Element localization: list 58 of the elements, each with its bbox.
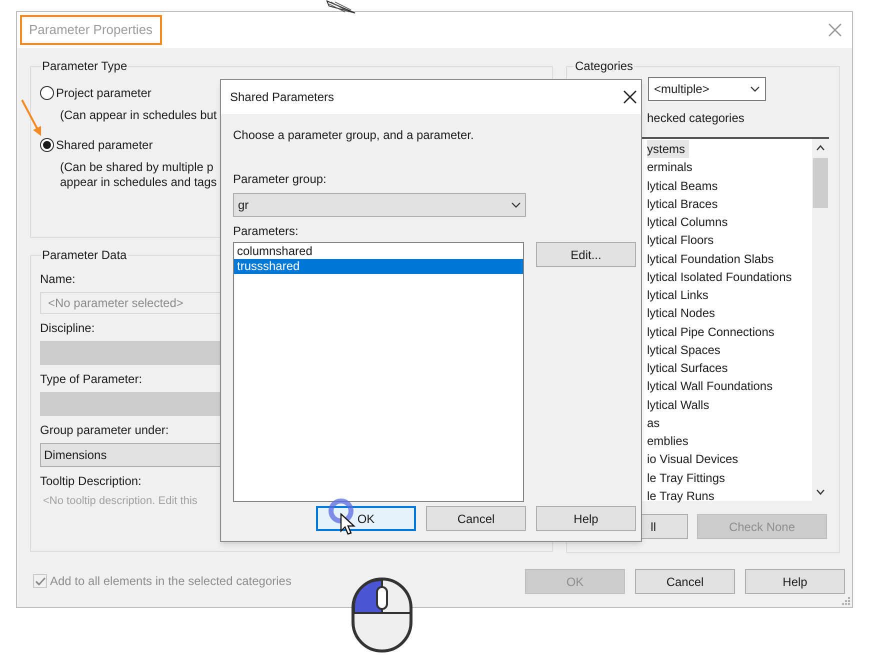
list-item[interactable]: trussshared [234,259,523,274]
field-label: Group parameter under: [40,422,170,439]
list-item[interactable]: ystems [647,140,690,158]
group-dropdown[interactable]: gr [233,193,526,217]
radio-button[interactable] [40,86,54,100]
list-item[interactable]: lytical Nodes [647,304,720,322]
list-item[interactable]: lytical Spaces [647,340,724,359]
edit-button[interactable]: Edit... [536,242,636,267]
window-title: Shared Parameters [230,89,334,106]
dialog-button[interactable]: Cancel [635,569,735,594]
cursor-icon [340,513,356,537]
dialog-button[interactable]: Cancel [426,506,526,531]
list-item[interactable]: lytical Wall Foundations [647,377,777,396]
list-item[interactable]: lytical Links [647,286,712,304]
chevron-down-icon [511,202,521,208]
resize-grip-icon[interactable] [841,596,851,606]
field-label: Type of Parameter: [40,371,144,388]
list-item[interactable]: io Visual Devices [647,450,742,468]
list-item[interactable]: as [647,414,664,432]
list-item[interactable]: lytical Foundation Slabs [647,250,778,268]
list-item[interactable]: lytical Columns [647,213,732,232]
list-item[interactable]: emblies [647,432,692,450]
list-item[interactable]: lytical Walls [647,396,714,414]
field-label: Name: [40,271,76,288]
click-highlight [328,498,354,524]
list-item[interactable]: columnshared [234,244,523,259]
group-label: Categories [574,58,634,75]
window-title: Parameter Properties [20,15,162,45]
list-item[interactable]: lytical Isolated Foundations [647,268,796,286]
description-text: (Can be shared by multiple p [60,160,214,175]
group-label: Parameter Data [41,247,128,264]
dialog-button[interactable]: Help [536,506,636,531]
description-text: appear in schedules and tags [60,175,217,190]
tooltip-text: <No tooltip description. Edit this [42,494,198,509]
group-label: Parameter Type [41,58,128,75]
chevron-down-icon [750,86,760,92]
list-item[interactable]: erminals [647,158,696,176]
checkbox-label[interactable]: hecked categories [647,109,839,127]
field-label: Parameters: [233,223,300,240]
filter-dropdown[interactable]: <multiple> [648,77,766,101]
description-text: (Can appear in schedules but [60,108,217,123]
arrow-icon [20,98,44,138]
list-item[interactable]: lytical Floors [647,231,718,250]
dialog-button[interactable]: Help [745,569,845,594]
close-icon[interactable] [623,90,637,104]
field-label: Discipline: [40,320,96,337]
list-item[interactable]: le Tray Runs [647,486,718,505]
field-label: Tooltip Description: [40,473,142,490]
radio-label[interactable]: Shared parameter [56,136,153,154]
radio-label[interactable]: Project parameter [56,84,152,102]
instruction-text: Choose a parameter group, and a parameter. [233,127,475,144]
field-label: Parameter group: [233,171,328,188]
list-item[interactable]: lytical Surfaces [647,359,732,378]
list-item[interactable]: lytical Pipe Connections [647,322,778,341]
list-item[interactable]: le Tray Fittings [647,468,730,487]
radio-button[interactable] [40,138,54,152]
list-item[interactable]: lytical Beams [647,176,722,195]
list-item[interactable]: lytical Braces [647,194,722,213]
